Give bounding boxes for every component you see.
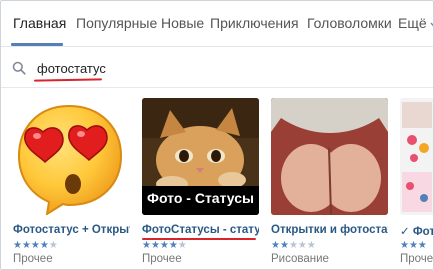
app-card-2[interactable]: Фото - Статусы ФотоСтатусы - статусы ★★★… [142, 98, 259, 268]
app-title[interactable]: ФотоСтатусы - статусы [142, 224, 259, 236]
search-icon [12, 61, 26, 75]
photo-banner-text: Фото - Статусы [147, 190, 254, 206]
heart-eyes-emoji-icon [17, 104, 123, 215]
tab-puzzles[interactable]: Головоломки [307, 15, 392, 31]
app-title[interactable]: Открытки и фотостатусы [271, 224, 388, 236]
rating-stars: ★★★★★ [271, 240, 316, 251]
chevron-down-icon [430, 15, 433, 31]
app-card-1[interactable]: Фотостатус + Открытки ★★★★★ Прочее [13, 98, 130, 268]
star-icon: ★★★★ [142, 240, 178, 251]
search-bar [1, 48, 433, 88]
search-annotation-underline [33, 78, 103, 82]
app-title[interactable]: ✓ Фото [400, 224, 433, 238]
active-tab-indicator [11, 43, 63, 46]
app-category: Рисование [271, 253, 329, 265]
collage-photo [400, 98, 433, 215]
app-thumbnail-3 [271, 98, 388, 215]
rating-stars: ★★★★★ [13, 240, 58, 251]
tab-bar: Главная Популярные Новые Приключения Гол… [1, 1, 433, 47]
star-empty-icon: ★★★ [288, 240, 316, 251]
app-card-4[interactable]: ✓ Фото ★★★ Прочее [400, 98, 434, 268]
app-thumbnail-2: Фото - Статусы [142, 98, 259, 215]
app-title[interactable]: Фотостатус + Открытки [13, 224, 130, 236]
search-input[interactable] [37, 57, 417, 79]
app-category: Прочее [400, 253, 434, 265]
rating-stars: ★★★ [400, 240, 427, 251]
app-thumbnail-1 [13, 98, 130, 215]
tab-more-label: Ещё [398, 15, 427, 31]
app-catalog-window: Главная Популярные Новые Приключения Гол… [0, 0, 434, 270]
app-card-3[interactable]: Открытки и фотостатусы ★★★★★ Рисование [271, 98, 388, 268]
star-icon: ★★★★ [13, 240, 49, 251]
star-empty-icon: ★ [177, 240, 187, 251]
star-empty-icon: ★ [48, 240, 58, 251]
tab-more[interactable]: Ещё [398, 15, 433, 31]
tab-adventures[interactable]: Приключения [210, 15, 299, 31]
app-category: Прочее [142, 253, 182, 265]
tab-new[interactable]: Новые [161, 15, 204, 31]
app-thumbnail-4 [400, 98, 433, 215]
rating-stars: ★★★★★ [142, 240, 187, 251]
star-icon: ★★★ [400, 240, 427, 251]
tab-popular[interactable]: Популярные [76, 15, 157, 31]
postcard-photo [271, 98, 388, 215]
app-category: Прочее [13, 253, 53, 265]
tab-main[interactable]: Главная [13, 15, 66, 31]
star-icon: ★★ [271, 240, 289, 251]
